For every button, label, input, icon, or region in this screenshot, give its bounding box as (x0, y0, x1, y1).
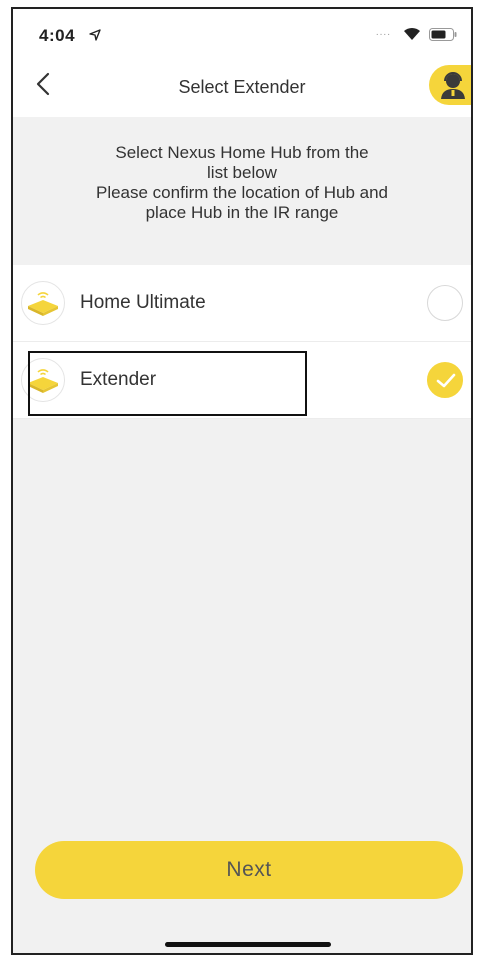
hub-option-label: Home Ultimate (80, 292, 206, 313)
hub-list: Home Ultimate Extender (13, 265, 471, 419)
wifi-icon (404, 27, 420, 40)
hub-device-icon (21, 358, 65, 402)
home-indicator (165, 942, 331, 947)
next-button[interactable]: Next (35, 841, 463, 899)
radio-selected[interactable] (427, 362, 463, 398)
signal-indicator: .... (375, 27, 391, 38)
status-time: 4:04 (39, 26, 76, 45)
instructions-text: Select Nexus Home Hub from the list belo… (33, 143, 451, 223)
instruction-line: place Hub in the IR range (145, 203, 339, 222)
hub-option-label: Extender (80, 369, 157, 390)
instruction-line: list below (207, 163, 277, 182)
page-title: Select Extender (178, 77, 306, 97)
radio-unselected[interactable] (427, 285, 463, 321)
customer-support-icon (441, 72, 465, 99)
location-arrow-icon (89, 29, 101, 41)
hub-device-icon (21, 281, 65, 325)
hub-option-home-ultimate[interactable]: Home Ultimate (13, 265, 471, 342)
phone-screen: 4:04 .... Select Extender Select Nexus H… (11, 7, 473, 955)
hub-option-extender[interactable]: Extender (13, 342, 471, 419)
header-area: 4:04 .... Select Extender (13, 9, 471, 117)
checkmark-icon (436, 373, 456, 388)
instruction-line: Select Nexus Home Hub from the (115, 143, 369, 162)
battery-icon (429, 28, 457, 41)
customer-support-button[interactable] (429, 65, 471, 105)
instruction-line: Please confirm the location of Hub and (95, 183, 388, 202)
